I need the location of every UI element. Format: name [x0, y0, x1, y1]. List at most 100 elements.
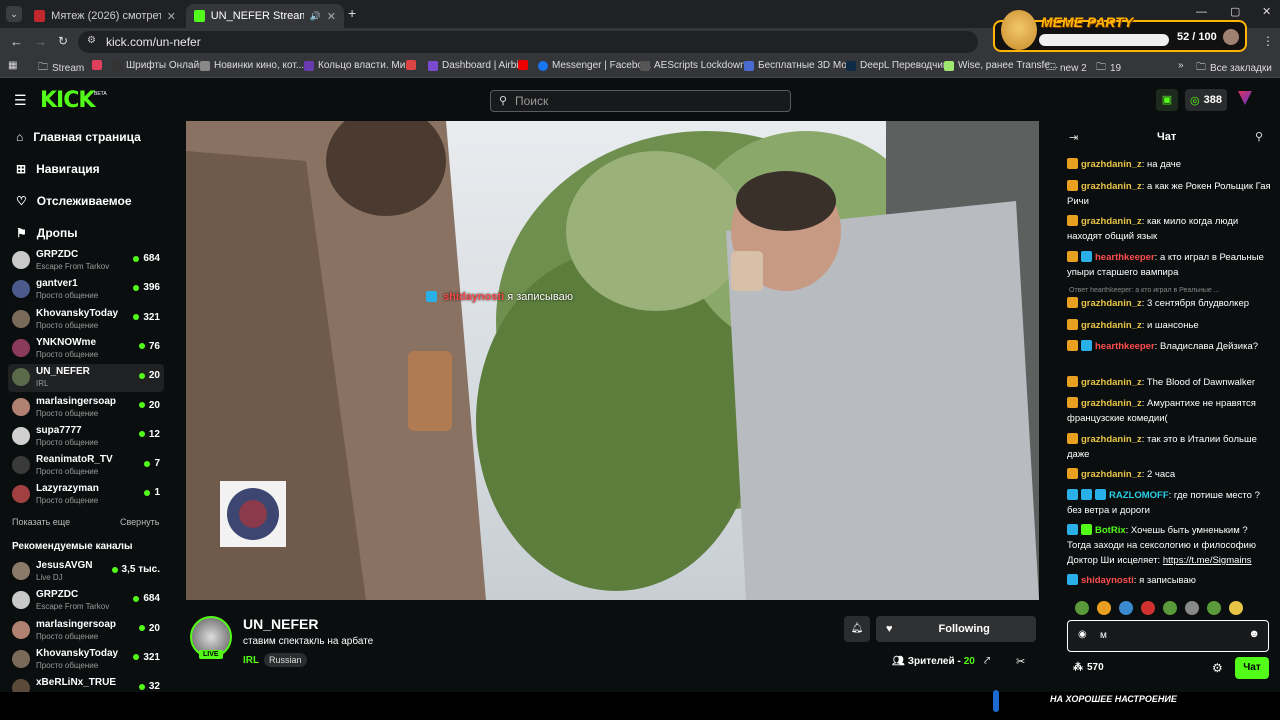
emote-icon[interactable]: [1229, 601, 1243, 615]
search-input[interactable]: ⚲ Поиск: [490, 90, 791, 112]
sidebar-channel-item[interactable]: JesusAVGN Live DJ 3,5 тыс.: [8, 558, 164, 586]
chat-username[interactable]: grazhdanin_z: [1081, 320, 1142, 331]
forward-icon[interactable]: →: [34, 34, 47, 49]
minimize-icon[interactable]: —: [1196, 6, 1207, 18]
nav-browse[interactable]: ⊞ Навигация: [16, 162, 100, 176]
hamburger-menu-icon[interactable]: ☰: [14, 92, 27, 109]
chat-username[interactable]: hearthkeeper: [1095, 252, 1155, 263]
collapse-button[interactable]: Свернуть: [120, 517, 159, 527]
send-chat-button[interactable]: Чат: [1235, 657, 1269, 679]
all-bookmarks[interactable]: 🗀 Все закладки: [1196, 60, 1272, 77]
sidebar-channel-item[interactable]: UN_NEFER IRL 20: [8, 364, 164, 393]
emote-icon[interactable]: [1185, 601, 1199, 615]
more-bookmarks-icon[interactable]: »: [1178, 60, 1184, 71]
chat-message[interactable]: grazhdanin_z: так это в Италии больше да…: [1067, 432, 1273, 462]
chat-username[interactable]: grazhdanin_z: [1081, 298, 1142, 309]
tab-list-chevron-icon[interactable]: ⌄: [6, 6, 22, 22]
sidebar-channel-item[interactable]: Lazyrazyman Просто общение 1: [8, 481, 164, 509]
sidebar-channel-item[interactable]: gantver1 Просто общение 396: [8, 276, 164, 304]
chat-username[interactable]: grazhdanin_z: [1081, 469, 1142, 480]
kick-logo[interactable]: KICK: [40, 88, 95, 113]
chat-message[interactable]: BotRix: Хочешь быть умненьким ? Тогда за…: [1067, 523, 1273, 568]
chat-username[interactable]: grazhdanin_z: [1081, 216, 1142, 227]
chat-username[interactable]: hearthkeeper: [1095, 341, 1155, 352]
sidebar-channel-item[interactable]: supa7777 Просто общение 12: [8, 423, 164, 451]
chat-message[interactable]: grazhdanin_z: 2 часа: [1067, 467, 1273, 482]
close-window-icon[interactable]: ✕: [1262, 5, 1271, 18]
category-link[interactable]: IRL: [243, 655, 259, 666]
chat-settings-gear-icon[interactable]: ⚙: [1212, 661, 1223, 675]
chat-message[interactable]: shidaynosti: я записываю: [1067, 573, 1273, 588]
sidebar-channel-item[interactable]: marlasingersoap Просто общение 20: [8, 617, 164, 645]
chat-input[interactable]: ◉ м ☻: [1067, 620, 1269, 652]
chat-username[interactable]: RAZLOMOFF: [1109, 490, 1169, 501]
chat-message[interactable]: grazhdanin_z: The Blood of Dawnwalker: [1067, 375, 1273, 390]
back-icon[interactable]: ←: [10, 34, 23, 49]
emote-icon[interactable]: [1075, 601, 1089, 615]
user-avatar[interactable]: [1238, 91, 1252, 105]
nav-following[interactable]: ♡ Отслеживаемое: [16, 194, 132, 208]
nav-drops[interactable]: ⚑ Дропы: [16, 226, 77, 240]
bookmark-item[interactable]: Dashboard | Airbit: [428, 60, 521, 71]
url-input[interactable]: ⚙ kick.com/un-nefer: [78, 31, 978, 53]
bookmark-folder[interactable]: 🗀 new 2: [1046, 60, 1087, 77]
reload-icon[interactable]: ↻: [58, 34, 68, 48]
emote-icon[interactable]: [1163, 601, 1177, 615]
new-tab-icon[interactable]: +: [348, 5, 356, 21]
points-button[interactable]: ◎ 388: [1185, 89, 1227, 111]
bookmark-item[interactable]: Wise, ранее Transfe...: [944, 60, 1058, 71]
sidebar-channel-item[interactable]: GRPZDC Escape From Tarkov 684: [8, 247, 164, 275]
bookmark-item[interactable]: DeepL Переводчик: [846, 60, 947, 71]
close-icon[interactable]: ✕: [167, 10, 176, 23]
chat-username[interactable]: BotRix: [1095, 525, 1126, 536]
sidebar-channel-item[interactable]: marlasingersoap Просто общение 20: [8, 394, 164, 422]
chat-link[interactable]: https://t.me/Sigmains: [1163, 555, 1252, 566]
bookmark-item[interactable]: AEScripts Lockdown...: [640, 60, 754, 71]
bookmark-item[interactable]: [92, 60, 102, 70]
bookmark-item[interactable]: 🗀 Stream: [38, 60, 84, 77]
bookmark-folder[interactable]: 🗀 19: [1096, 60, 1121, 77]
browser-tab-active[interactable]: UN_NEFER Stream - Watch 🔊 ✕: [186, 4, 344, 28]
clip-icon[interactable]: ✂: [1016, 655, 1025, 668]
chat-username[interactable]: shidaynosti: [1081, 575, 1134, 586]
close-icon[interactable]: ✕: [327, 10, 336, 23]
chat-message[interactable]: grazhdanin_z: и шансонье: [1067, 318, 1273, 333]
video-player[interactable]: shidaynosti я записываю: [186, 121, 1039, 600]
notification-bell-icon[interactable]: 🔔︎: [844, 616, 870, 642]
chat-username[interactable]: grazhdanin_z: [1081, 434, 1142, 445]
chat-message[interactable]: grazhdanin_z: 3 сентября блудволкер: [1067, 296, 1273, 311]
bookmark-item[interactable]: Бесплатные 3D Мо...: [744, 60, 855, 71]
chat-settings-icon[interactable]: ⚲: [1255, 130, 1263, 143]
emote-icon[interactable]: [1141, 601, 1155, 615]
speaker-icon[interactable]: 🔊: [310, 11, 321, 22]
site-info-icon[interactable]: ⚙: [87, 35, 96, 46]
chat-mode-icon[interactable]: ◉: [1078, 629, 1087, 640]
chat-message[interactable]: grazhdanin_z: Амурантихе не нравятся фра…: [1067, 396, 1273, 426]
bookmark-item[interactable]: Messenger | Facebo...: [538, 60, 651, 71]
chat-username[interactable]: grazhdanin_z: [1081, 398, 1142, 409]
emote-icon[interactable]: [1207, 601, 1221, 615]
share-icon[interactable]: ⤤: [984, 655, 990, 668]
apps-grid-icon[interactable]: ▦: [8, 60, 17, 71]
menu-dots-icon[interactable]: ⋮: [1262, 34, 1274, 48]
sidebar-channel-item[interactable]: YNKNOWme Просто общение 76: [8, 335, 164, 363]
following-button[interactable]: ♥ Following: [876, 616, 1036, 642]
sidebar-channel-item[interactable]: KhovanskyToday Просто общение 321: [8, 306, 164, 334]
bookmark-item[interactable]: Новинки кино, кот...: [200, 60, 304, 71]
chat-message[interactable]: grazhdanin_z: а как же Рокен Рольщик Гая…: [1067, 179, 1273, 209]
bookmark-item[interactable]: Кольцо власти. Ми...: [304, 60, 414, 71]
sidebar-channel-item[interactable]: KhovanskyToday Просто общение 321: [8, 646, 164, 674]
chat-username[interactable]: grazhdanin_z: [1081, 159, 1142, 170]
emoji-icon[interactable]: ☻: [1248, 628, 1260, 640]
maximize-icon[interactable]: ▢: [1230, 5, 1240, 18]
channel-name[interactable]: UN_NEFER: [243, 616, 318, 632]
chat-points[interactable]: ⁂ 570: [1073, 662, 1104, 673]
chat-username[interactable]: grazhdanin_z: [1081, 377, 1142, 388]
emote-icon[interactable]: [1097, 601, 1111, 615]
bookmark-item[interactable]: Шрифты Онлайн: [112, 60, 205, 71]
nav-home[interactable]: ⌂ Главная страница: [16, 130, 141, 144]
bookmark-item[interactable]: [406, 60, 416, 70]
chat-message[interactable]: grazhdanin_z: как мило когда люди находя…: [1067, 214, 1273, 244]
emote-icon[interactable]: [1119, 601, 1133, 615]
chat-message[interactable]: hearthkeeper: а кто играл в Реальные упы…: [1067, 250, 1273, 280]
